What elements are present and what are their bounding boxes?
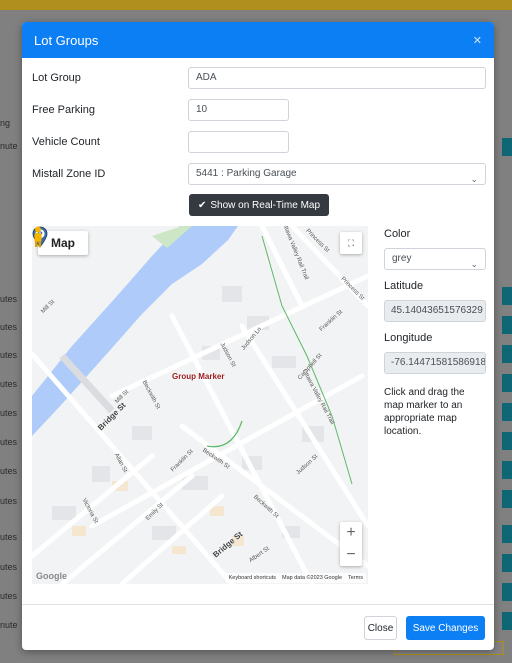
background-row-label: utes (0, 466, 18, 476)
close-button[interactable]: Close (364, 616, 397, 640)
background-row-button (502, 138, 512, 156)
color-select[interactable]: grey ⌄ (384, 248, 486, 270)
color-label: Color (384, 228, 411, 240)
background-row-button (502, 316, 512, 334)
check-icon: ✔ (197, 199, 207, 211)
vehicle-count-row: Vehicle Count (22, 131, 494, 153)
fullscreen-icon[interactable]: ⛶ (340, 232, 362, 254)
show-on-real-time-map-button[interactable]: ✔ Show on Real-Time Map (189, 194, 329, 216)
background-row-label: utes (0, 408, 18, 418)
chevron-down-icon: ⌄ (470, 174, 478, 184)
background-row-label: utes (0, 379, 18, 389)
vehicle-count-label: Vehicle Count (32, 136, 100, 148)
modal-footer: Close Save Changes (22, 604, 494, 650)
keyboard-shortcuts-link[interactable]: Keyboard shortcuts (229, 575, 276, 581)
background-row-button (502, 287, 512, 305)
background-row-label: ng (0, 118, 11, 128)
marker-settings-panel: Color grey ⌄ Latitude 45.14043651576329 … (384, 226, 486, 438)
mistall-zone-label: Mistall Zone ID (32, 168, 106, 180)
lot-group-row: Lot Group ADA (22, 67, 494, 89)
background-row-label: utes (0, 350, 18, 360)
vehicle-count-input[interactable] (188, 131, 289, 153)
free-parking-input[interactable]: 10 (188, 99, 289, 121)
show-map-label: Show on Real-Time Map (210, 199, 321, 211)
zoom-in-icon[interactable]: + (340, 522, 362, 544)
lot-groups-modal: Lot Groups ✕ Lot Group ADA Free Parking … (22, 22, 494, 650)
modal-title: Lot Groups (34, 32, 99, 48)
color-value: grey (392, 253, 412, 264)
mistall-zone-row: Mistall Zone ID 5441 : Parking Garage ⌄ (22, 163, 494, 185)
save-changes-button[interactable]: Save Changes (406, 616, 485, 640)
lot-group-input[interactable]: ADA (188, 67, 486, 89)
google-logo: Google (36, 571, 67, 581)
background-row-label: nute (0, 620, 18, 630)
background-row-label: nute (0, 141, 18, 151)
map-view[interactable]: Map ⛶ Ottawa Valley Rail Trail Princess … (32, 226, 368, 584)
pegman-icon[interactable] (32, 226, 44, 248)
background-row-button (502, 432, 512, 450)
mistall-zone-value: 5441 : Parking Garage (196, 168, 297, 179)
free-parking-label: Free Parking (32, 104, 95, 116)
latitude-label: Latitude (384, 280, 424, 292)
background-row-button (502, 374, 512, 392)
longitude-field[interactable]: -76.14471581586918 (384, 352, 486, 374)
zoom-out-icon[interactable]: − (340, 544, 362, 566)
free-parking-row: Free Parking 10 (22, 99, 494, 121)
background-row-button (502, 583, 512, 601)
background-row-button (502, 612, 512, 630)
modal-header: Lot Groups ✕ (22, 22, 494, 58)
map-footer: Keyboard shortcuts Map data ©2023 Google… (225, 573, 366, 583)
map-data-credit: Map data ©2023 Google (282, 575, 343, 581)
background-row-label: utes (0, 322, 18, 332)
lot-group-label: Lot Group (32, 72, 81, 84)
terms-link[interactable]: Terms (348, 575, 363, 581)
chevron-down-icon: ⌄ (470, 259, 478, 269)
background-row-button (502, 490, 512, 508)
group-marker-label: Group Marker (172, 372, 225, 381)
background-row-label: utes (0, 532, 18, 542)
background-row-button (502, 525, 512, 543)
zoom-control: + − (340, 522, 362, 566)
background-row-label: utes (0, 591, 18, 601)
latitude-field[interactable]: 45.14043651576329 (384, 300, 486, 322)
background-row-button (502, 345, 512, 363)
longitude-label: Longitude (384, 332, 433, 344)
background-row-label: utes (0, 562, 18, 572)
mistall-zone-select[interactable]: 5441 : Parking Garage ⌄ (188, 163, 486, 185)
map-canvas (32, 226, 368, 584)
background-row-label: utes (0, 496, 18, 506)
background-row-button (502, 554, 512, 572)
background-row-label: utes (0, 294, 18, 304)
background-row-label: utes (0, 437, 18, 447)
background-row-button (502, 403, 512, 421)
map-help-text: Click and drag the map marker to an appr… (384, 387, 465, 437)
background-row-button (502, 461, 512, 479)
close-icon[interactable]: ✕ (473, 34, 482, 47)
background-top-bar (0, 0, 512, 10)
